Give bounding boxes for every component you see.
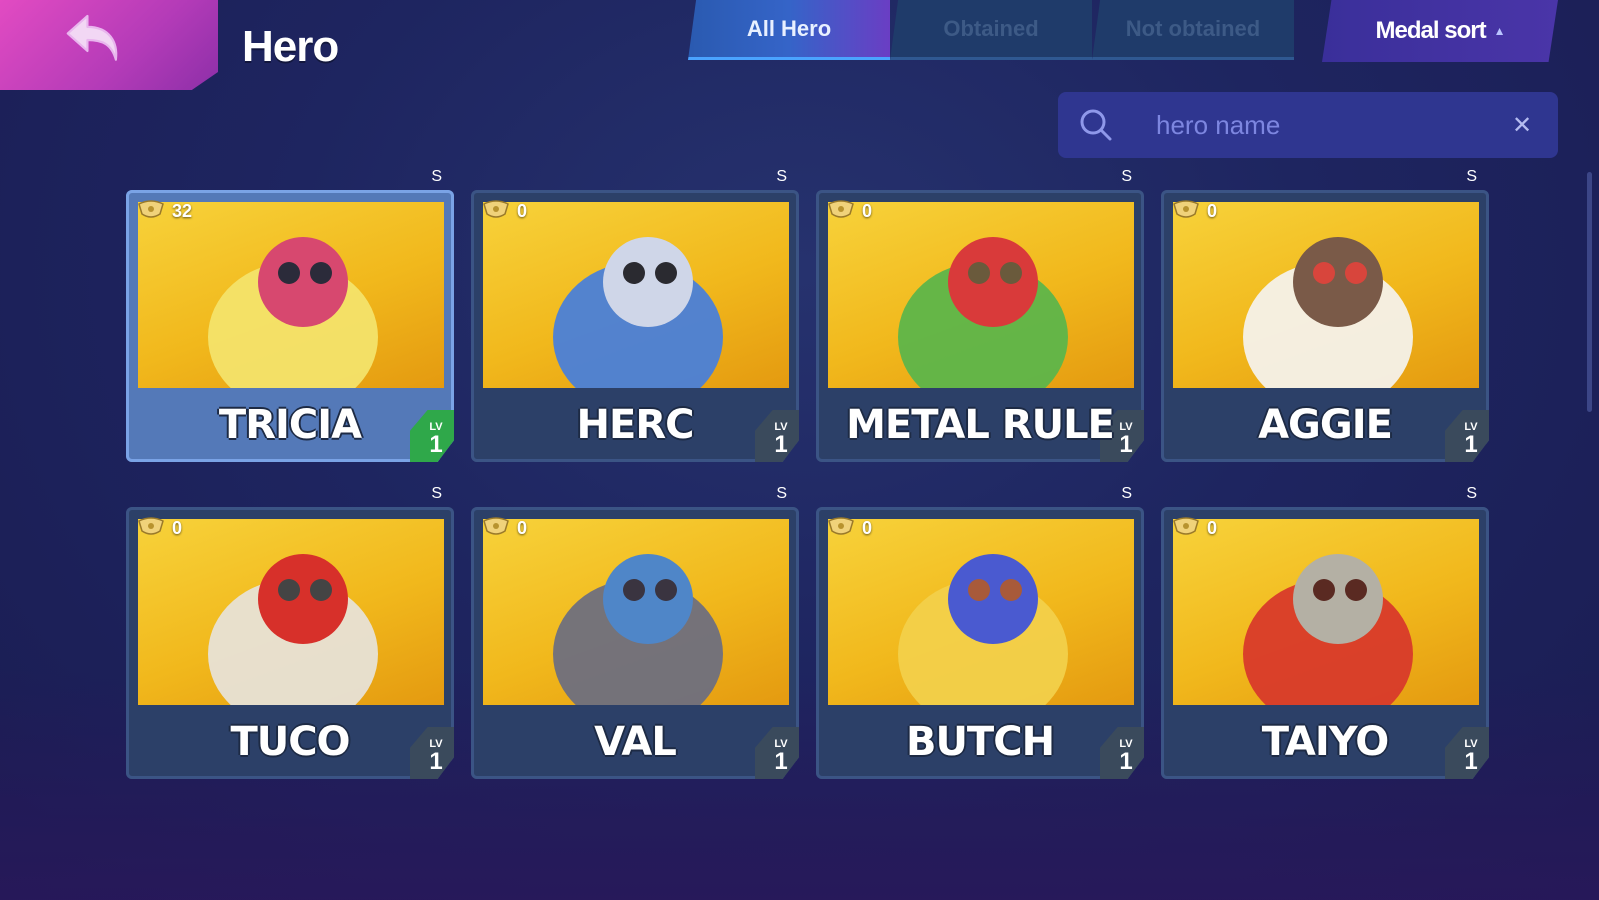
rank-badge: S: [1121, 168, 1132, 185]
hero-portrait: [483, 202, 789, 388]
medal-count: 0: [1171, 517, 1217, 539]
medal-count: 0: [826, 200, 872, 222]
rank-badge: S: [1466, 168, 1477, 185]
hero-card-wrapper: 0 LV 1 VAL S: [471, 485, 799, 779]
tab-not-obtained[interactable]: Not obtained: [1092, 0, 1294, 60]
hero-card[interactable]: 0 LV 1 AGGIE: [1161, 190, 1489, 462]
hero-name: TUCO: [230, 719, 350, 765]
hero-name: HERC: [576, 402, 695, 448]
medal-count: 0: [481, 517, 527, 539]
scrollbar[interactable]: [1587, 172, 1592, 412]
medal-count: 0: [136, 517, 182, 539]
back-arrow-icon: [66, 14, 118, 61]
rank-badge: S: [776, 485, 787, 502]
search-bar: ✕: [1058, 92, 1558, 158]
hero-portrait: [828, 202, 1134, 388]
hero-name: TAIYO: [1261, 719, 1390, 765]
medal-count: 0: [826, 517, 872, 539]
hero-name: AGGIE: [1258, 402, 1393, 448]
medal-sort-button[interactable]: Medal sort ▲: [1322, 0, 1558, 62]
medal-icon: [483, 200, 509, 218]
tab-all-hero[interactable]: All Hero: [688, 0, 890, 60]
hero-portrait: [138, 202, 444, 388]
hero-card-wrapper: 32 LV 1 TRICIA S: [126, 168, 454, 462]
hero-grid: 32 LV 1 TRICIA S 0 LV 1 HERC S 0 LV 1 ME…: [126, 168, 1489, 779]
medal-count: 0: [481, 200, 527, 222]
hero-name: BUTCH: [905, 719, 1055, 765]
page-title: Hero: [242, 22, 339, 71]
hero-portrait: [483, 519, 789, 705]
hero-card-wrapper: 0 LV 1 BUTCH S: [816, 485, 1144, 779]
hero-portrait: [1173, 519, 1479, 705]
medal-value: 0: [172, 517, 183, 538]
hero-portrait: [1173, 202, 1479, 388]
caret-up-icon: ▲: [1493, 24, 1506, 38]
hero-card[interactable]: 0 LV 1 TUCO: [126, 507, 454, 779]
hero-portrait: [828, 519, 1134, 705]
hero-name: TRICIA: [218, 402, 362, 448]
hero-card[interactable]: 32 LV 1 TRICIA: [126, 190, 454, 462]
hero-portrait: [138, 519, 444, 705]
search-icon: [1080, 109, 1112, 141]
medal-value: 0: [862, 517, 873, 538]
hero-card-wrapper: 0 LV 1 METAL RULE S: [816, 168, 1144, 462]
medal-icon: [1173, 517, 1199, 535]
medal-value: 0: [517, 517, 528, 538]
hero-card-wrapper: 0 LV 1 TAIYO S: [1161, 485, 1489, 779]
rank-badge: S: [431, 168, 442, 185]
medal-value: 0: [1207, 200, 1218, 221]
rank-badge: S: [1121, 485, 1132, 502]
medal-icon: [138, 200, 164, 218]
medal-icon: [1173, 200, 1199, 218]
hero-card[interactable]: 0 LV 1 TAIYO: [1161, 507, 1489, 779]
close-icon[interactable]: ✕: [1502, 105, 1542, 145]
medal-count: 0: [1171, 200, 1217, 222]
medal-value: 32: [172, 200, 193, 221]
rank-badge: S: [776, 168, 787, 185]
hero-card[interactable]: 0 LV 1 BUTCH: [816, 507, 1144, 779]
search-input[interactable]: [1156, 92, 1502, 158]
rank-badge: S: [431, 485, 442, 502]
tab-obtained[interactable]: Obtained: [890, 0, 1092, 60]
sort-label: Medal sort: [1375, 17, 1487, 44]
hero-name: METAL RULE: [846, 402, 1115, 448]
back-button[interactable]: [0, 0, 218, 90]
hero-card-wrapper: 0 LV 1 TUCO S: [126, 485, 454, 779]
medal-icon: [828, 517, 854, 535]
medal-value: 0: [517, 200, 528, 221]
filter-tabs: All Hero Obtained Not obtained: [688, 0, 1294, 60]
hero-card-wrapper: 0 LV 1 HERC S: [471, 168, 799, 462]
hero-card[interactable]: 0 LV 1 METAL RULE: [816, 190, 1144, 462]
medal-icon: [828, 200, 854, 218]
medal-icon: [138, 517, 164, 535]
medal-icon: [483, 517, 509, 535]
hero-name: VAL: [594, 719, 677, 765]
medal-count: 32: [136, 200, 192, 222]
hero-card-wrapper: 0 LV 1 AGGIE S: [1161, 168, 1489, 462]
hero-card[interactable]: 0 LV 1 HERC: [471, 190, 799, 462]
medal-value: 0: [1207, 517, 1218, 538]
hero-card[interactable]: 0 LV 1 VAL: [471, 507, 799, 779]
rank-badge: S: [1466, 485, 1477, 502]
medal-value: 0: [862, 200, 873, 221]
